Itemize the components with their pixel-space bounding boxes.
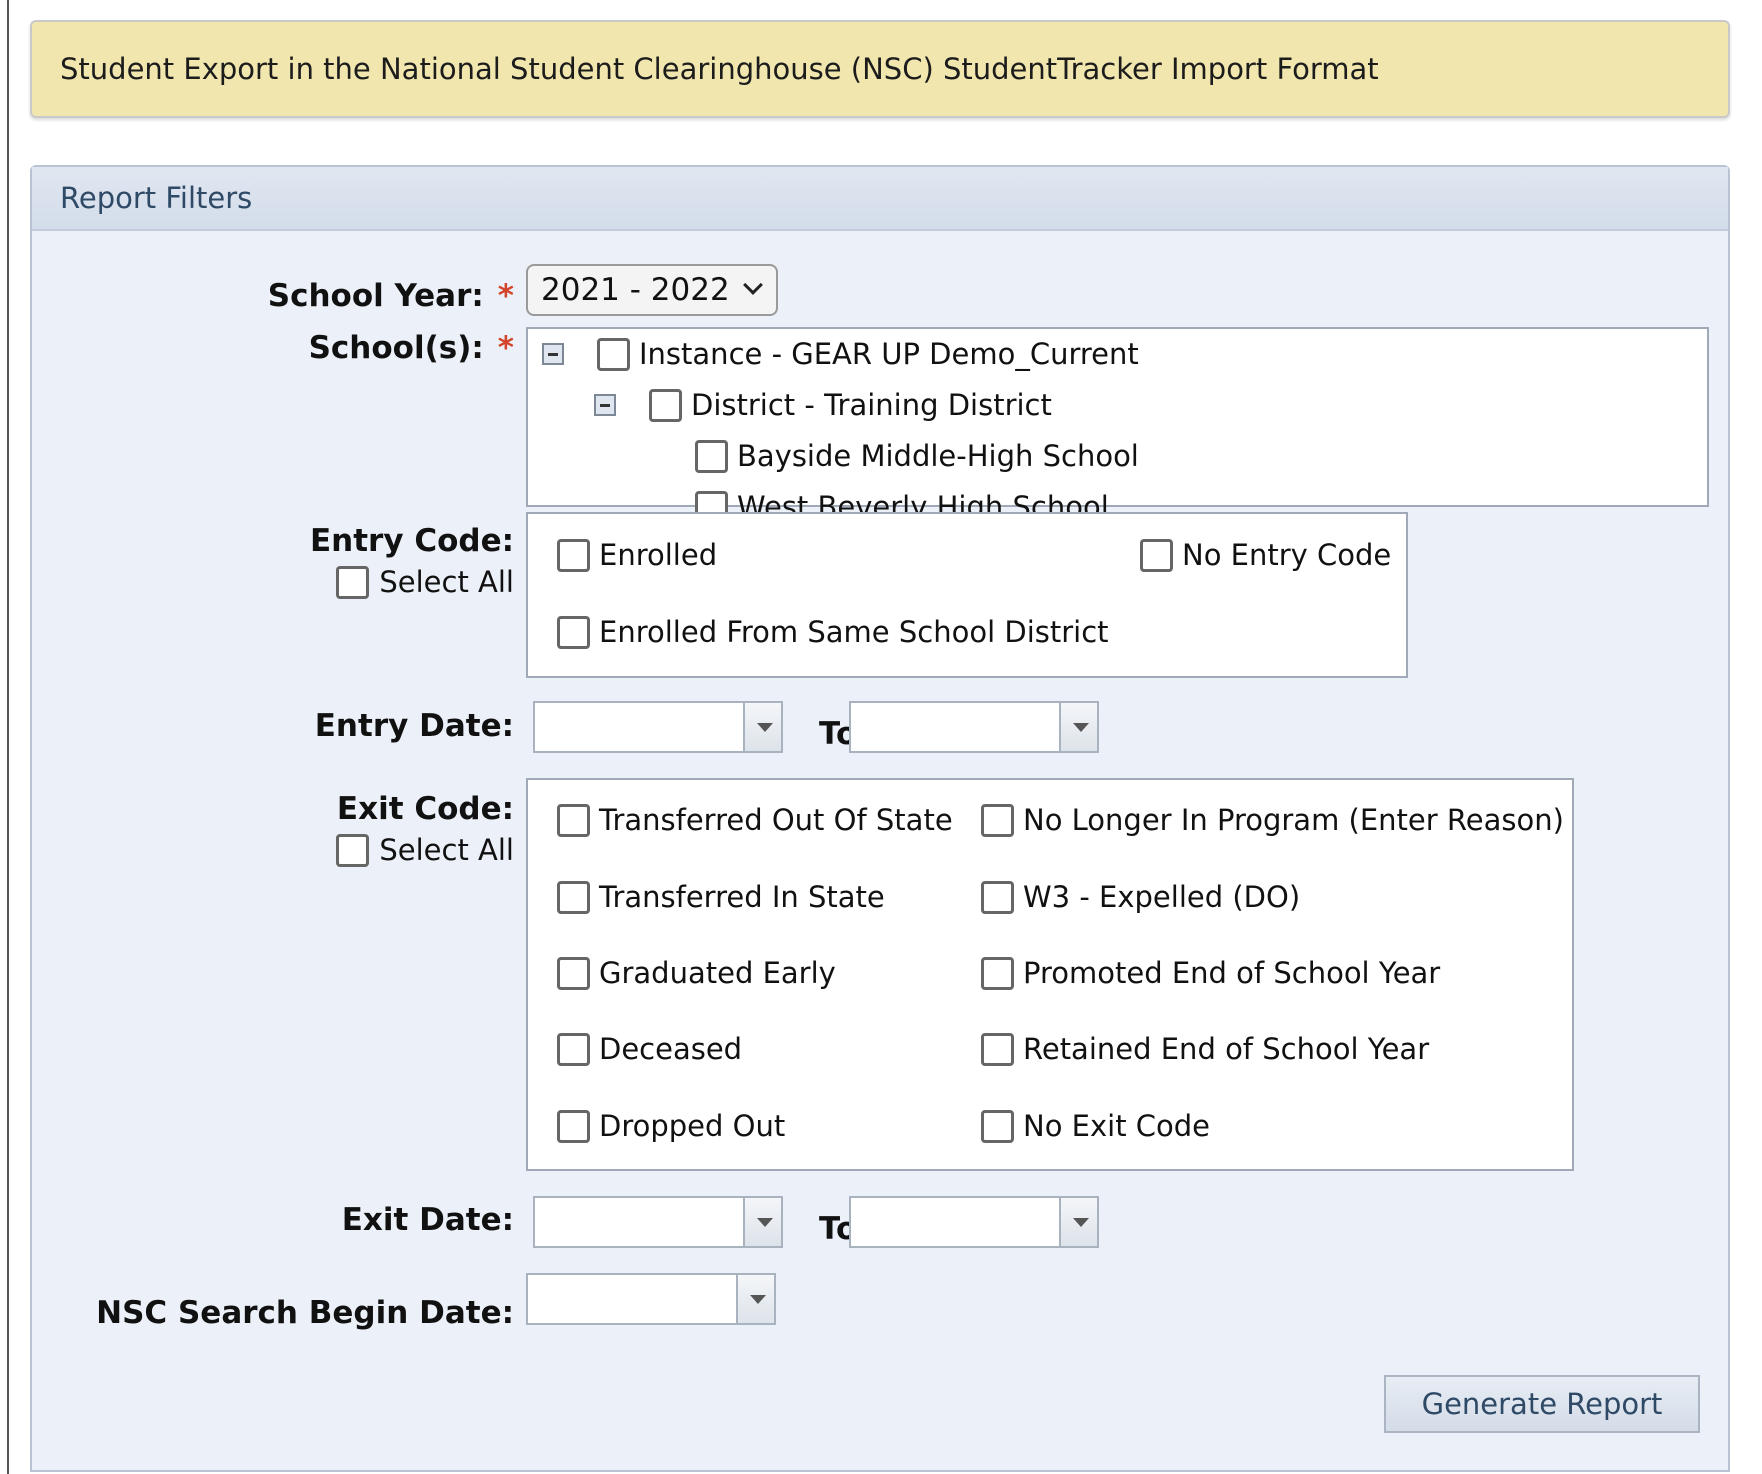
collapse-icon[interactable] [542,343,564,365]
option-checkbox[interactable] [981,956,1014,990]
exit-date-label: Exit Date: [341,1202,514,1238]
page-left-border [7,0,9,1474]
entry-code-select-all[interactable]: Select All [336,565,514,599]
instance-label: Instance - GEAR UP Demo_Current [639,337,1139,371]
school-checkbox[interactable] [695,439,728,473]
option-checkbox[interactable] [981,880,1014,914]
school-year-label: School Year: * [267,278,514,314]
tree-node-school: Bayside Middle-High School [695,439,1139,473]
district-checkbox[interactable] [649,388,682,422]
nsc-search-begin-date-input[interactable] [526,1273,776,1325]
option-checkbox[interactable] [557,956,590,990]
option-checkbox[interactable] [981,803,1014,837]
nsc-search-begin-date-label: NSC Search Begin Date: [96,1295,514,1331]
collapse-icon[interactable] [594,394,616,416]
exit-code-option[interactable]: Dropped Out [557,1109,785,1143]
exit-code-select-all[interactable]: Select All [336,833,514,867]
exit-code-option[interactable]: W3 - Expelled (DO) [981,880,1300,914]
option-checkbox[interactable] [557,538,590,572]
exit-code-label: Exit Code: [336,791,514,827]
exit-code-option[interactable]: Promoted End of School Year [981,956,1440,990]
exit-code-option[interactable]: No Exit Code [981,1109,1210,1143]
exit-code-option[interactable]: Graduated Early [557,956,836,990]
select-all-checkbox[interactable] [336,565,370,599]
exit-code-option[interactable]: No Longer In Program (Enter Reason) [981,803,1564,837]
select-all-checkbox[interactable] [336,833,370,867]
school-year-value: 2021 - 2022 [541,272,730,308]
schools-label: School(s): * [308,330,514,366]
calendar-dropdown-icon[interactable] [1059,703,1097,751]
panel-title: Report Filters [60,181,253,215]
calendar-dropdown-icon[interactable] [1059,1198,1097,1246]
exit-code-options: Transferred Out Of State No Longer In Pr… [526,778,1574,1171]
report-title: Student Export in the National Student C… [60,52,1379,86]
calendar-dropdown-icon[interactable] [743,703,781,751]
exit-code-option[interactable]: Transferred Out Of State [557,803,953,837]
exit-code-option[interactable]: Retained End of School Year [981,1032,1429,1066]
required-marker: * [497,278,514,314]
entry-code-option[interactable]: Enrolled From Same School District [557,615,1109,649]
required-marker: * [497,330,514,366]
select-all-label: Select All [379,833,514,867]
option-checkbox[interactable] [557,615,590,649]
entry-code-option[interactable]: No Entry Code [1140,538,1391,572]
calendar-dropdown-icon[interactable] [736,1275,774,1323]
report-filters-panel: Report Filters School Year: * 2021 - 2022… [30,165,1730,1472]
schools-tree: Instance - GEAR UP Demo_Current District… [526,327,1709,524]
entry-date-from[interactable] [533,701,783,753]
calendar-dropdown-icon[interactable] [743,1198,781,1246]
exit-code-option[interactable]: Deceased [557,1032,742,1066]
tree-node-district: District - Training District [594,388,1052,422]
option-checkbox[interactable] [1140,538,1173,572]
panel-header: Report Filters [32,167,1728,231]
option-checkbox[interactable] [557,803,590,837]
district-label: District - Training District [691,388,1052,422]
exit-code-option[interactable]: Transferred In State [557,880,885,914]
select-all-label: Select All [379,565,514,599]
option-checkbox[interactable] [981,1109,1014,1143]
report-title-bar: Student Export in the National Student C… [30,20,1730,118]
tree-node-instance: Instance - GEAR UP Demo_Current [542,337,1139,371]
option-checkbox[interactable] [557,880,590,914]
option-checkbox[interactable] [557,1109,590,1143]
option-checkbox[interactable] [981,1032,1014,1066]
entry-code-label: Entry Code: [309,523,514,559]
school-year-select[interactable]: 2021 - 2022 [526,264,778,316]
option-checkbox[interactable] [557,1032,590,1066]
school-label: Bayside Middle-High School [737,439,1139,473]
entry-date-to[interactable] [849,701,1099,753]
generate-report-button[interactable]: Generate Report [1384,1375,1700,1433]
entry-code-option[interactable]: Enrolled [557,538,717,572]
exit-date-from[interactable] [533,1196,783,1248]
instance-checkbox[interactable] [597,337,630,371]
chevron-down-icon [743,275,763,295]
entry-date-label: Entry Date: [314,708,514,744]
exit-date-to[interactable] [849,1196,1099,1248]
entry-code-options: Enrolled No Entry Code Enrolled From Sam… [526,512,1408,678]
